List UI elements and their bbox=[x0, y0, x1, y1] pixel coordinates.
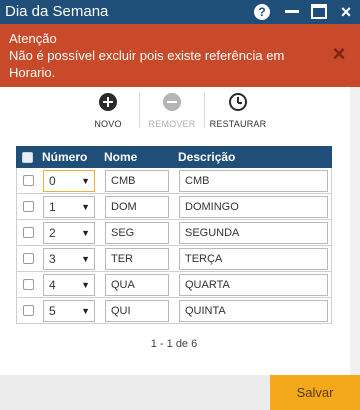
row-checkbox[interactable] bbox=[23, 279, 34, 290]
nome-input[interactable]: QUA bbox=[105, 274, 169, 296]
numero-value: 4 bbox=[49, 278, 56, 292]
nome-input[interactable]: TER bbox=[105, 248, 169, 270]
nome-input[interactable]: CMB bbox=[105, 170, 169, 192]
add-icon bbox=[99, 93, 117, 111]
window-title: Dia da Semana bbox=[5, 3, 109, 20]
table-row[interactable]: 4 ▼ QUA QUARTA bbox=[16, 272, 332, 298]
minimize-button[interactable] bbox=[280, 0, 304, 24]
numero-select[interactable]: 2 ▼ bbox=[43, 222, 95, 244]
numero-select[interactable]: 1 ▼ bbox=[43, 196, 95, 218]
table-header: Número Nome Descrição bbox=[16, 146, 332, 168]
toolbar: NOVO REMOVER RESTAURAR bbox=[0, 88, 345, 136]
nome-input[interactable]: SEG bbox=[105, 222, 169, 244]
alert-title: Atenção bbox=[9, 31, 57, 46]
alert-banner: Atenção Não é possível excluir pois exis… bbox=[0, 24, 360, 87]
descricao-input[interactable]: QUARTA bbox=[179, 274, 328, 296]
remove-label: REMOVER bbox=[148, 119, 196, 129]
chevron-down-icon: ▼ bbox=[81, 280, 90, 290]
numero-value: 2 bbox=[49, 226, 56, 240]
maximize-icon bbox=[311, 4, 327, 19]
table-row[interactable]: 0 ▼ CMB CMB bbox=[16, 168, 332, 194]
numero-value: 3 bbox=[49, 252, 56, 266]
save-button[interactable]: Salvar bbox=[270, 375, 360, 410]
numero-value: 1 bbox=[49, 200, 56, 214]
maximize-button[interactable] bbox=[307, 0, 331, 24]
new-label: NOVO bbox=[94, 119, 122, 129]
table-row[interactable]: 5 ▼ QUI QUINTA bbox=[16, 298, 332, 324]
chevron-down-icon: ▼ bbox=[81, 306, 90, 316]
descricao-input[interactable]: TERÇA bbox=[179, 248, 328, 270]
toolbar-divider bbox=[139, 93, 140, 127]
remove-button[interactable]: REMOVER bbox=[146, 93, 198, 129]
table-row[interactable]: 3 ▼ TER TERÇA bbox=[16, 246, 332, 272]
numero-select[interactable]: 3 ▼ bbox=[43, 248, 95, 270]
row-checkbox[interactable] bbox=[23, 175, 34, 186]
descricao-input[interactable]: QUINTA bbox=[179, 300, 328, 322]
select-all-checkbox[interactable] bbox=[22, 152, 33, 163]
alert-message: Não é possível excluir pois existe refer… bbox=[9, 48, 285, 80]
vertical-scrollbar[interactable] bbox=[350, 87, 360, 375]
descricao-input[interactable]: CMB bbox=[179, 170, 328, 192]
numero-select[interactable]: 4 ▼ bbox=[43, 274, 95, 296]
numero-select[interactable]: 5 ▼ bbox=[43, 300, 95, 322]
row-checkbox[interactable] bbox=[23, 305, 34, 316]
restore-button[interactable]: RESTAURAR bbox=[207, 93, 269, 129]
header-descricao[interactable]: Descrição bbox=[178, 150, 235, 164]
header-nome[interactable]: Nome bbox=[104, 150, 137, 164]
toolbar-divider bbox=[204, 93, 205, 127]
table-row[interactable]: 2 ▼ SEG SEGUNDA bbox=[16, 220, 332, 246]
numero-value: 0 bbox=[49, 174, 56, 188]
nome-input[interactable]: DOM bbox=[105, 196, 169, 218]
minimize-icon bbox=[285, 10, 299, 13]
row-checkbox[interactable] bbox=[23, 201, 34, 212]
help-icon: ? bbox=[254, 4, 270, 20]
chevron-down-icon: ▼ bbox=[81, 176, 90, 186]
close-window-button[interactable]: × bbox=[334, 0, 358, 24]
nome-input[interactable]: QUI bbox=[105, 300, 169, 322]
remove-icon bbox=[163, 93, 181, 111]
close-icon: × bbox=[340, 2, 352, 22]
chevron-down-icon: ▼ bbox=[81, 254, 90, 264]
descricao-input[interactable]: SEGUNDA bbox=[179, 222, 328, 244]
alert-close-button[interactable]: × bbox=[327, 42, 351, 66]
row-checkbox[interactable] bbox=[23, 253, 34, 264]
row-checkbox[interactable] bbox=[23, 227, 34, 238]
descricao-input[interactable]: DOMINGO bbox=[179, 196, 328, 218]
chevron-down-icon: ▼ bbox=[81, 228, 90, 238]
days-table: Número Nome Descrição 0 ▼ CMB CMB 1 ▼ DOM … bbox=[16, 146, 332, 324]
title-bar: Dia da Semana ? × bbox=[0, 0, 360, 24]
pagination-info: 1 - 1 de 6 bbox=[150, 338, 198, 350]
numero-select[interactable]: 0 ▼ bbox=[43, 170, 95, 192]
header-numero[interactable]: Número bbox=[42, 150, 87, 164]
numero-value: 5 bbox=[49, 304, 56, 318]
help-button[interactable]: ? bbox=[250, 0, 274, 24]
restore-icon bbox=[229, 93, 247, 111]
chevron-down-icon: ▼ bbox=[81, 202, 90, 212]
new-button[interactable]: NOVO bbox=[88, 93, 128, 129]
restore-label: RESTAURAR bbox=[209, 119, 267, 129]
table-row[interactable]: 1 ▼ DOM DOMINGO bbox=[16, 194, 332, 220]
